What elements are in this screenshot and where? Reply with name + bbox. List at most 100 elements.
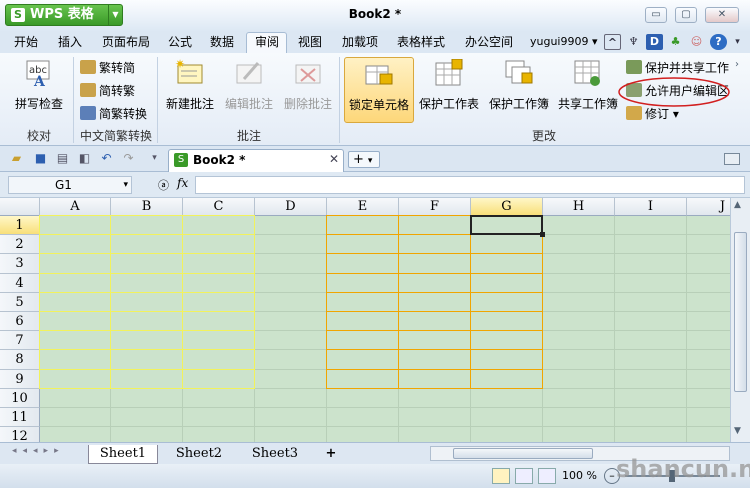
h-scroll-thumb[interactable] bbox=[453, 448, 593, 459]
sheet-tab-1[interactable]: Sheet1 bbox=[88, 445, 158, 464]
sheet-nav-arrows[interactable]: ◂◂◂▸▸ bbox=[12, 446, 65, 456]
revise-button[interactable]: 修订 ▾ bbox=[626, 104, 679, 124]
row-header[interactable]: 7 bbox=[0, 331, 40, 351]
menu-formula[interactable]: 公式 bbox=[162, 31, 198, 53]
skin-icon[interactable]: ♆ bbox=[625, 34, 642, 50]
vertical-scrollbar[interactable]: ▲ ▼ bbox=[730, 198, 750, 442]
page-break-view-icon[interactable] bbox=[538, 468, 556, 484]
row-header[interactable]: 2 bbox=[0, 235, 40, 255]
help-icon[interactable]: ? bbox=[710, 34, 727, 50]
row-header[interactable]: 12 bbox=[0, 427, 40, 442]
protect-sheet-button[interactable]: 保护工作表 bbox=[416, 58, 482, 123]
scroll-thumb[interactable] bbox=[734, 232, 747, 392]
menu-home[interactable]: 开始 bbox=[8, 31, 44, 53]
function-icon[interactable]: fx bbox=[177, 176, 188, 190]
selected-cell[interactable] bbox=[470, 215, 543, 236]
wps-app-menu-button[interactable]: S WPS 表格 ▼ bbox=[5, 4, 123, 26]
column-header[interactable]: F bbox=[399, 198, 471, 216]
column-header[interactable]: H bbox=[543, 198, 615, 216]
row-header[interactable]: 10 bbox=[0, 388, 40, 408]
document-tab[interactable]: S Book2 * ✕ bbox=[168, 149, 344, 172]
print-preview-icon[interactable]: ◧ bbox=[76, 150, 93, 166]
menu-table-style[interactable]: 表格样式 bbox=[392, 31, 450, 53]
column-header[interactable]: G bbox=[471, 198, 543, 216]
people-icon[interactable]: ☺ bbox=[688, 34, 705, 50]
menu-review[interactable]: 审阅 bbox=[248, 31, 286, 53]
document-tab-title: Book2 * bbox=[193, 153, 246, 167]
group-label-chinese: 中文简繁转换 bbox=[79, 129, 152, 143]
zoom-formula-icon[interactable]: ⓐ bbox=[158, 177, 169, 193]
scroll-down-icon[interactable]: ▼ bbox=[734, 426, 741, 436]
quick-access-dropdown-icon[interactable]: ▾ bbox=[146, 150, 163, 166]
feedback-icon[interactable]: ♣ bbox=[667, 34, 684, 50]
restore-button[interactable]: ▢ bbox=[675, 7, 697, 23]
trad-to-simp-button[interactable]: 繁转简 bbox=[80, 58, 135, 78]
row-header[interactable]: 11 bbox=[0, 408, 40, 428]
menu-view[interactable]: 视图 bbox=[292, 31, 328, 53]
row-header[interactable]: 5 bbox=[0, 292, 40, 312]
row-header[interactable]: 3 bbox=[0, 254, 40, 274]
tab-list-icon[interactable] bbox=[724, 153, 740, 165]
column-header[interactable]: D bbox=[255, 198, 327, 216]
sheet-tab-2[interactable]: Sheet2 bbox=[164, 445, 234, 464]
close-button[interactable]: ✕ bbox=[705, 7, 739, 23]
column-header[interactable]: C bbox=[183, 198, 255, 216]
minimize-button[interactable]: ▭ bbox=[645, 7, 667, 23]
delete-comment-button[interactable]: 删除批注 bbox=[280, 59, 336, 123]
convert-label: 简繁转换 bbox=[99, 107, 148, 121]
column-header[interactable]: A bbox=[40, 198, 111, 216]
column-header[interactable]: E bbox=[327, 198, 399, 216]
normal-view-icon[interactable] bbox=[492, 468, 510, 484]
undo-icon[interactable]: ↶ bbox=[98, 150, 115, 166]
print-icon[interactable]: ▤ bbox=[54, 150, 71, 166]
select-all-corner[interactable] bbox=[0, 198, 40, 216]
menu-page-layout[interactable]: 页面布局 bbox=[96, 31, 156, 53]
simp-to-trad-button[interactable]: 简转繁 bbox=[80, 81, 135, 101]
orange-border-hline bbox=[327, 387, 543, 389]
protect-share-button[interactable]: 保护并共享工作 bbox=[626, 58, 729, 78]
menu-insert[interactable]: 插入 bbox=[52, 31, 88, 53]
edit-comment-button[interactable]: 编辑批注 bbox=[221, 59, 277, 123]
sheet-tab-3[interactable]: Sheet3 bbox=[240, 445, 310, 464]
doc-icon[interactable]: D bbox=[646, 34, 663, 50]
ribbon-scroll-arrow[interactable]: › bbox=[735, 59, 747, 119]
menu-office-space[interactable]: 办公空间 bbox=[458, 31, 520, 53]
row-header[interactable]: 4 bbox=[0, 273, 40, 293]
column-header[interactable]: I bbox=[615, 198, 687, 216]
save-icon[interactable]: ■ bbox=[32, 150, 49, 166]
share-book-button[interactable]: 共享工作簿 bbox=[556, 59, 620, 123]
scroll-up-icon[interactable]: ▲ bbox=[734, 200, 741, 210]
zoom-level[interactable]: 100 % bbox=[562, 469, 597, 482]
collapse-ribbon-icon[interactable]: ^ bbox=[604, 34, 621, 50]
formula-input[interactable] bbox=[195, 176, 745, 194]
open-folder-icon[interactable]: ▰ bbox=[8, 150, 25, 166]
row-header[interactable]: 1 bbox=[0, 216, 40, 236]
user-name[interactable]: yugui9909 ▾ bbox=[530, 31, 598, 53]
convert-button[interactable]: 简繁转换 bbox=[80, 104, 147, 124]
name-box[interactable]: G1 ▾ bbox=[8, 176, 132, 194]
new-tab-button[interactable]: + ▾ bbox=[348, 151, 380, 168]
menu-data[interactable]: 数据 bbox=[204, 31, 240, 53]
menu-addins[interactable]: 加载项 bbox=[336, 31, 384, 53]
fill-handle[interactable] bbox=[540, 232, 545, 238]
menu-bar: 开始 插入 页面布局 公式 数据 审阅 视图 加载项 表格样式 办公空间 yug… bbox=[0, 31, 750, 54]
orange-border-vline bbox=[326, 215, 327, 389]
row-header[interactable]: 6 bbox=[0, 312, 40, 332]
spell-check-button[interactable]: abc A 拼写检查 bbox=[8, 59, 70, 123]
spreadsheet-grid[interactable]: A B C D E F G H I J 1 2 3 4 5 6 7 8 9 10 11 12 bbox=[0, 198, 730, 442]
column-header[interactable]: B bbox=[111, 198, 183, 216]
new-comment-button[interactable]: ✷ 新建批注 bbox=[162, 57, 218, 123]
page-layout-view-icon[interactable] bbox=[515, 468, 533, 484]
help-dropdown-icon[interactable]: ▾ bbox=[729, 34, 746, 50]
add-sheet-icon[interactable]: + bbox=[318, 445, 344, 464]
row-header[interactable]: 8 bbox=[0, 350, 40, 370]
lock-cell-button[interactable]: 锁定单元格 bbox=[344, 57, 414, 123]
group-separator bbox=[339, 57, 340, 143]
close-tab-icon[interactable]: ✕ bbox=[329, 152, 339, 166]
redo-icon[interactable]: ↷ bbox=[120, 150, 137, 166]
new-comment-icon: ✷ bbox=[175, 57, 205, 87]
name-box-value: G1 bbox=[55, 178, 72, 192]
row-header[interactable]: 9 bbox=[0, 369, 40, 389]
column-header[interactable]: J bbox=[687, 198, 730, 216]
protect-book-button[interactable]: 保护工作簿 bbox=[486, 59, 552, 123]
